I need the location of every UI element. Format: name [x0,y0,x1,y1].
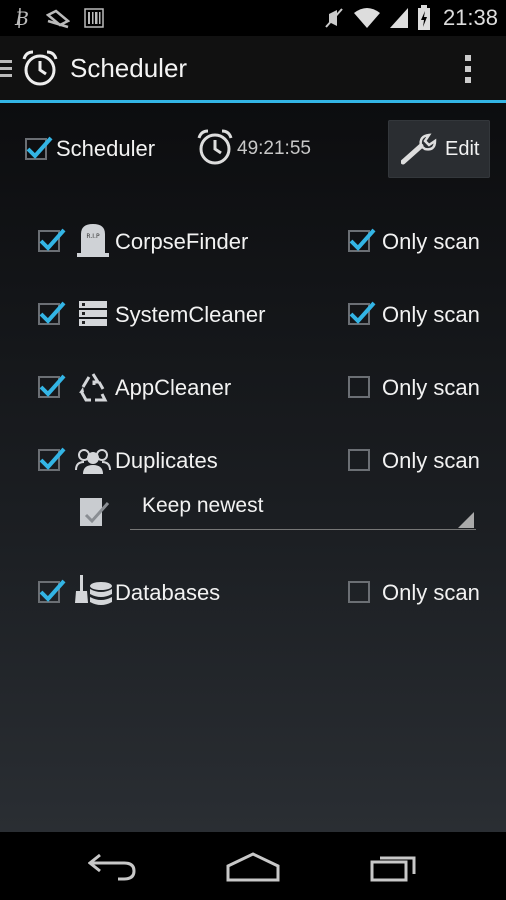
scheduler-label: Scheduler [56,136,156,161]
scheduler-content: Scheduler 49:21:55 Edit R.I.P CorpseFind… [0,103,506,832]
corpsefinder-checkbox[interactable] [38,228,66,252]
checkmark-icon [39,301,66,324]
systemcleaner-checkbox[interactable] [38,301,66,325]
duplicates-checkbox[interactable] [38,447,66,471]
databases-only-scan-checkbox[interactable] [348,581,370,603]
appcleaner-only-scan-label: Only scan [382,375,480,400]
overflow-menu-icon [465,55,471,83]
alarm-clock-icon [197,129,233,165]
checkmark-icon [26,136,53,159]
svg-text:B: B [14,8,29,29]
databases-only-scan-label: Only scan [382,580,480,605]
corpsefinder-only-scan-checkbox[interactable] [348,228,376,252]
checkmark-icon [39,374,66,397]
databases-label: Databases [115,580,221,605]
wrench-icon [401,133,437,165]
systemcleaner-only-scan-label: Only scan [382,302,480,327]
status-time: 21:38 [442,5,498,30]
server-stack-icon [79,301,107,326]
duplicates-only-scan-checkbox[interactable] [348,449,370,471]
database-broom-icon [75,575,112,605]
action-bar: Scheduler [0,36,506,100]
alarm-clock-icon [22,50,58,86]
duplicates-mode-value: Keep newest [142,494,264,517]
corpsefinder-label: CorpseFinder [115,229,249,254]
checkmark-icon [349,228,376,251]
tombstone-icon: R.I.P [77,224,109,257]
signal-icon [389,8,408,28]
checkmark-icon [39,228,66,251]
checkmark-icon [39,579,66,602]
scheduler-checkbox[interactable] [25,136,53,160]
drawer-icon [0,60,12,77]
edit-button[interactable]: Edit [388,120,490,178]
systemcleaner-only-scan-checkbox[interactable] [348,301,376,325]
up-navigation[interactable] [0,36,60,100]
appcleaner-label: AppCleaner [115,375,232,400]
recycle-icon [79,373,108,402]
page-title: Scheduler [70,52,188,83]
wifi-icon [353,8,380,28]
databases-checkbox[interactable] [38,579,66,603]
duplicates-mode-spinner[interactable]: Keep newest [130,490,476,530]
duplicates-only-scan-label: Only scan [382,448,480,473]
systemcleaner-label: SystemCleaner [115,302,266,327]
edit-label: Edit [445,137,480,160]
timer-value: 49:21:55 [237,138,311,159]
appcleaner-checkbox[interactable] [38,374,66,398]
signal-stripes-icon [46,9,70,29]
home-icon[interactable] [226,852,280,882]
appcleaner-only-scan-checkbox[interactable] [348,376,370,398]
back-icon[interactable] [88,851,138,881]
dropdown-corner-icon [458,512,474,528]
svg-text:R.I.P: R.I.P [86,233,100,240]
duplicates-label: Duplicates [115,448,218,473]
bitcoin-icon: B [14,7,29,29]
recents-icon[interactable] [370,852,420,882]
group-icon [75,449,111,474]
corpsefinder-only-scan-label: Only scan [382,229,480,254]
battery-icon [417,5,430,30]
navigation-bar [0,832,506,900]
status-bar: B 21:38 [0,0,506,36]
overflow-menu-button[interactable] [458,52,478,86]
keep-document-icon [80,498,110,526]
checkmark-icon [349,301,376,324]
barcode-icon [84,8,104,28]
mute-icon [325,8,343,28]
checkmark-icon [39,447,66,470]
